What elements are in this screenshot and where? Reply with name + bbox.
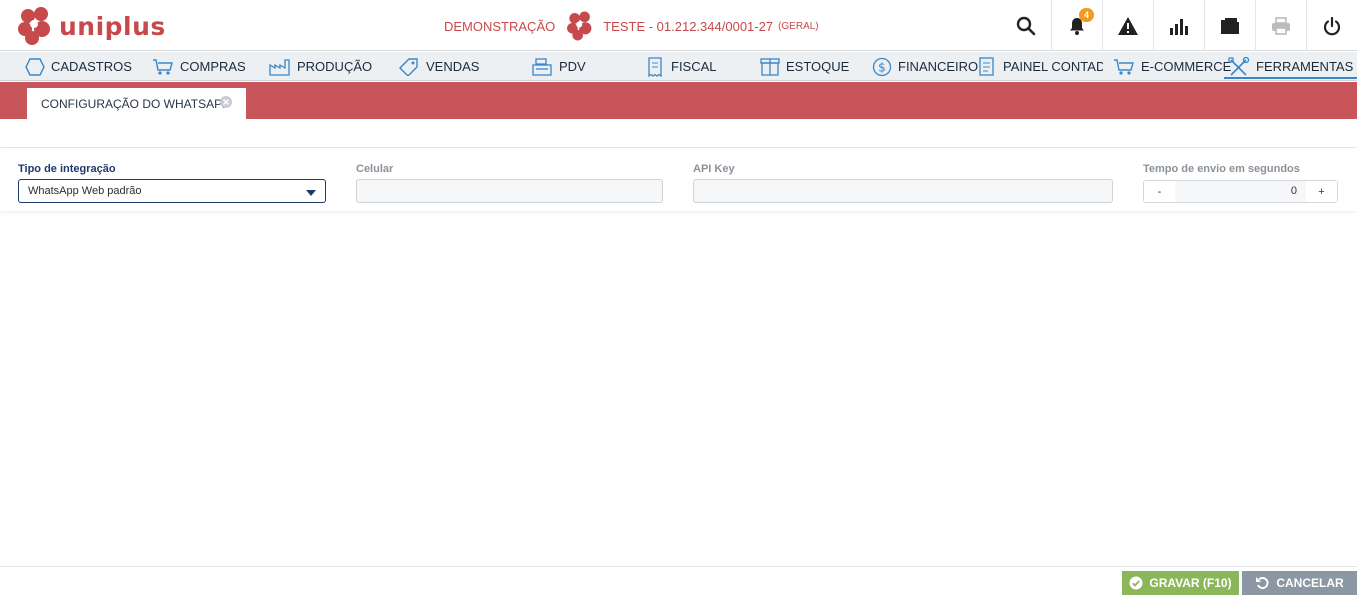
cancel-button[interactable]: CANCELAR [1242,571,1357,595]
menu-producao[interactable]: PRODUÇÃO [269,52,372,81]
hexagon-icon [25,57,45,76]
factory-icon [269,58,290,76]
undo-icon [1256,577,1269,589]
send-interval-label: Tempo de envio em segundos [1143,163,1300,175]
menu-ferramentas[interactable]: FERRAMENTAS [1223,52,1357,81]
menu-label: E-COMMERCE [1141,59,1232,74]
tag-icon [399,57,418,76]
menu-label: PDV [559,59,586,74]
tab-close-button[interactable] [220,96,232,108]
tab-strip: CONFIGURAÇÃO DO WHATSAPP [0,82,1357,119]
api-key-label: API Key [693,163,735,175]
menu-label: CADASTROS [51,59,132,74]
company-name: TESTE - 01.212.344/0001-27 [603,18,774,34]
cash-register-icon [532,57,552,76]
bar-chart-icon [1170,18,1188,35]
menu-label: FERRAMENTAS [1256,59,1354,74]
menu-compras[interactable]: COMPRAS [152,52,246,81]
menu-label: FINANCEIRO [898,59,979,74]
folder-button[interactable] [1204,0,1255,51]
company-logo-icon [567,11,592,41]
send-interval-value[interactable]: 0 [1175,181,1306,202]
phone-input[interactable] [356,179,663,203]
main-menu: CADASTROS COMPRAS PRODUÇÃO VENDAS PDV FI… [0,52,1357,81]
menu-label: PRODUÇÃO [297,59,373,74]
cancel-label: CANCELAR [1276,576,1344,590]
check-circle-icon [1129,576,1143,590]
save-button[interactable]: GRAVAR (F10) [1122,571,1239,595]
menu-label: ESTOQUE [786,59,850,74]
menu-label: COMPRAS [180,59,246,74]
save-label: GRAVAR (F10) [1149,576,1232,590]
ledger-icon [979,56,994,76]
integration-type-select[interactable]: WhatsApp Web padrão [18,179,326,203]
alerts-button[interactable] [1102,0,1153,51]
notifications-badge: 4 [1079,8,1094,22]
menu-financeiro[interactable]: $ FINANCEIRO [872,52,978,81]
increment-button[interactable]: + [1306,181,1337,202]
search-button[interactable] [1000,0,1051,51]
api-key-input[interactable] [693,179,1113,203]
integration-type-label: Tipo de integração [18,163,116,175]
header-actions: 4 [1000,0,1357,51]
reports-button[interactable] [1153,0,1204,51]
top-bar: uniplus DEMONSTRAÇÃO TESTE - 01.212.344/… [0,0,1357,51]
flower-logo-icon [18,7,50,45]
tools-icon [1228,56,1250,76]
power-icon [1323,16,1341,35]
send-interval-stepper: - 0 + [1143,180,1338,203]
dollar-icon: $ [872,57,892,76]
menu-label: VENDAS [426,59,480,74]
company-info: DEMONSTRAÇÃO TESTE - 01.212.344/0001-27 … [444,10,819,42]
brand-name: uniplus [59,11,166,41]
menu-painel-contador[interactable]: PAINEL CONTADOR [977,52,1103,81]
tab-label: CONFIGURAÇÃO DO WHATSAPP [41,96,231,111]
menu-fiscal[interactable]: FISCAL [645,52,717,81]
phone-label: Celular [356,163,394,175]
tab-whatsapp-config[interactable]: CONFIGURAÇÃO DO WHATSAPP [27,88,246,119]
printer-icon [1272,16,1290,35]
integration-type-value: WhatsApp Web padrão [28,185,142,197]
company-mode: DEMONSTRAÇÃO [444,18,556,34]
app-window: uniplus DEMONSTRAÇÃO TESTE - 01.212.344/… [0,0,1357,595]
cart-icon [1114,58,1134,75]
company-scope: (GERAL) [778,20,819,32]
warning-icon [1118,16,1138,35]
chevron-down-icon [306,190,316,196]
receipt-icon [648,56,662,77]
notifications-button[interactable]: 4 [1051,0,1102,51]
svg-text:$: $ [878,60,886,74]
print-button[interactable] [1255,0,1306,51]
box-icon [760,57,780,76]
close-icon [223,99,229,105]
menu-ecommerce[interactable]: E-COMMERCE [1113,52,1231,81]
menu-label: FISCAL [671,59,717,74]
menu-cadastros[interactable]: CADASTROS [25,52,132,81]
menu-estoque[interactable]: ESTOQUE [760,52,849,81]
logout-button[interactable] [1306,0,1357,51]
folder-icon [1221,17,1239,34]
cart-icon [153,58,173,75]
menu-vendas[interactable]: VENDAS [398,52,479,81]
search-icon [1016,16,1035,35]
menu-pdv[interactable]: PDV [531,52,586,81]
decrement-button[interactable]: - [1144,181,1175,202]
menu-label: PAINEL CONTADOR [1003,59,1103,74]
brand-logo[interactable]: uniplus [17,5,166,47]
